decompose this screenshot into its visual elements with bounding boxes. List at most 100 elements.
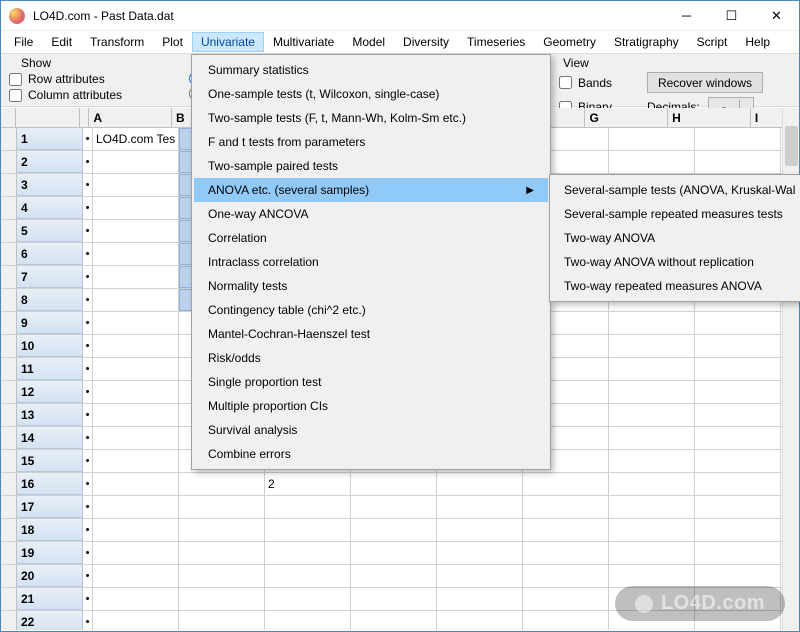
cell[interactable] [609, 565, 695, 587]
row-number[interactable]: 17 [17, 496, 83, 518]
dropdown-item[interactable]: Contingency table (chi^2 etc.) [194, 298, 548, 322]
cell[interactable] [437, 611, 523, 630]
cell[interactable] [437, 473, 523, 495]
cell[interactable] [523, 473, 609, 495]
row-number[interactable]: 20 [17, 565, 83, 587]
dropdown-item[interactable]: Intraclass correlation [194, 250, 548, 274]
cell[interactable] [609, 312, 695, 334]
row-number[interactable]: 15 [17, 450, 83, 472]
cell[interactable] [609, 335, 695, 357]
cell[interactable] [265, 542, 351, 564]
cell[interactable] [351, 588, 437, 610]
cell[interactable] [179, 542, 265, 564]
checkbox-row-attributes-input[interactable] [9, 73, 22, 86]
menu-script[interactable]: Script [688, 32, 737, 52]
cell[interactable] [695, 128, 781, 150]
checkbox-column-attributes-input[interactable] [9, 89, 22, 102]
cell[interactable] [609, 404, 695, 426]
cell[interactable] [523, 565, 609, 587]
submenu-item[interactable]: Several-sample tests (ANOVA, Kruskal-Wal [552, 178, 800, 202]
dropdown-item[interactable]: One-way ANCOVA [194, 202, 548, 226]
cell[interactable] [93, 220, 179, 242]
cell[interactable] [93, 450, 179, 472]
cell[interactable] [523, 496, 609, 518]
menu-stratigraphy[interactable]: Stratigraphy [605, 32, 688, 52]
cell[interactable] [351, 519, 437, 541]
cell[interactable] [179, 565, 265, 587]
cell[interactable] [609, 151, 695, 173]
col-header-h[interactable]: H [668, 108, 751, 127]
recover-windows-button[interactable]: Recover windows [647, 72, 763, 93]
cell[interactable] [179, 473, 265, 495]
cell[interactable] [351, 611, 437, 630]
dropdown-item[interactable]: Combine errors [194, 442, 548, 466]
cell[interactable] [609, 358, 695, 380]
submenu-item[interactable]: Two-way ANOVA without replication [552, 250, 800, 274]
cell[interactable] [437, 565, 523, 587]
cell[interactable] [695, 404, 781, 426]
submenu-item[interactable]: Two-way ANOVA [552, 226, 800, 250]
cell[interactable] [93, 611, 179, 630]
grid-corner[interactable] [1, 108, 16, 127]
cell[interactable] [93, 151, 179, 173]
scroll-thumb[interactable] [785, 126, 798, 166]
dropdown-item[interactable]: One-sample tests (t, Wilcoxon, single-ca… [194, 82, 548, 106]
row-number[interactable]: 14 [17, 427, 83, 449]
cell[interactable] [179, 588, 265, 610]
row-number[interactable]: 22 [17, 611, 83, 630]
cell[interactable] [93, 519, 179, 541]
cell[interactable] [695, 151, 781, 173]
cell[interactable] [695, 496, 781, 518]
cell[interactable] [695, 358, 781, 380]
cell[interactable] [695, 473, 781, 495]
menu-diversity[interactable]: Diversity [394, 32, 458, 52]
menu-model[interactable]: Model [343, 32, 394, 52]
menu-plot[interactable]: Plot [153, 32, 192, 52]
cell[interactable] [265, 496, 351, 518]
row-number[interactable]: 12 [17, 381, 83, 403]
dropdown-item[interactable]: Correlation [194, 226, 548, 250]
close-button[interactable]: ✕ [754, 2, 799, 30]
submenu-item[interactable]: Several-sample repeated measures tests [552, 202, 800, 226]
row-number[interactable]: 19 [17, 542, 83, 564]
row-number[interactable]: 9 [17, 312, 83, 334]
minimize-button[interactable]: ─ [664, 2, 709, 30]
cell[interactable] [93, 174, 179, 196]
cell[interactable] [93, 404, 179, 426]
col-header-g[interactable]: G [585, 108, 668, 127]
cell[interactable] [437, 542, 523, 564]
menu-geometry[interactable]: Geometry [534, 32, 605, 52]
cell[interactable] [351, 473, 437, 495]
cell[interactable]: LO4D.com Tes [93, 128, 179, 150]
cell[interactable] [609, 128, 695, 150]
cell[interactable] [523, 611, 609, 630]
cell[interactable] [695, 312, 781, 334]
submenu-item[interactable]: Two-way repeated measures ANOVA [552, 274, 800, 298]
cell[interactable] [93, 335, 179, 357]
dropdown-item[interactable]: Multiple proportion CIs [194, 394, 548, 418]
col-header-a[interactable]: A [89, 108, 172, 127]
maximize-button[interactable]: ☐ [709, 2, 754, 30]
cell[interactable] [609, 519, 695, 541]
menu-multivariate[interactable]: Multivariate [264, 32, 343, 52]
menu-transform[interactable]: Transform [81, 32, 153, 52]
cell[interactable] [695, 565, 781, 587]
dropdown-item[interactable]: ANOVA etc. (several samples)▶ [194, 178, 548, 202]
menu-help[interactable]: Help [736, 32, 779, 52]
menu-file[interactable]: File [5, 32, 42, 52]
dropdown-item[interactable]: F and t tests from parameters [194, 130, 548, 154]
menu-timeseries[interactable]: Timeseries [458, 32, 534, 52]
dropdown-item[interactable]: Survival analysis [194, 418, 548, 442]
cell[interactable] [179, 611, 265, 630]
dropdown-item[interactable]: Normality tests [194, 274, 548, 298]
row-number[interactable]: 13 [17, 404, 83, 426]
row-number[interactable]: 18 [17, 519, 83, 541]
cell[interactable] [93, 496, 179, 518]
row-number[interactable]: 2 [17, 151, 83, 173]
cell[interactable] [265, 588, 351, 610]
cell[interactable] [351, 542, 437, 564]
cell[interactable] [265, 611, 351, 630]
cell[interactable] [93, 289, 179, 311]
cell[interactable] [265, 519, 351, 541]
cell[interactable] [351, 496, 437, 518]
